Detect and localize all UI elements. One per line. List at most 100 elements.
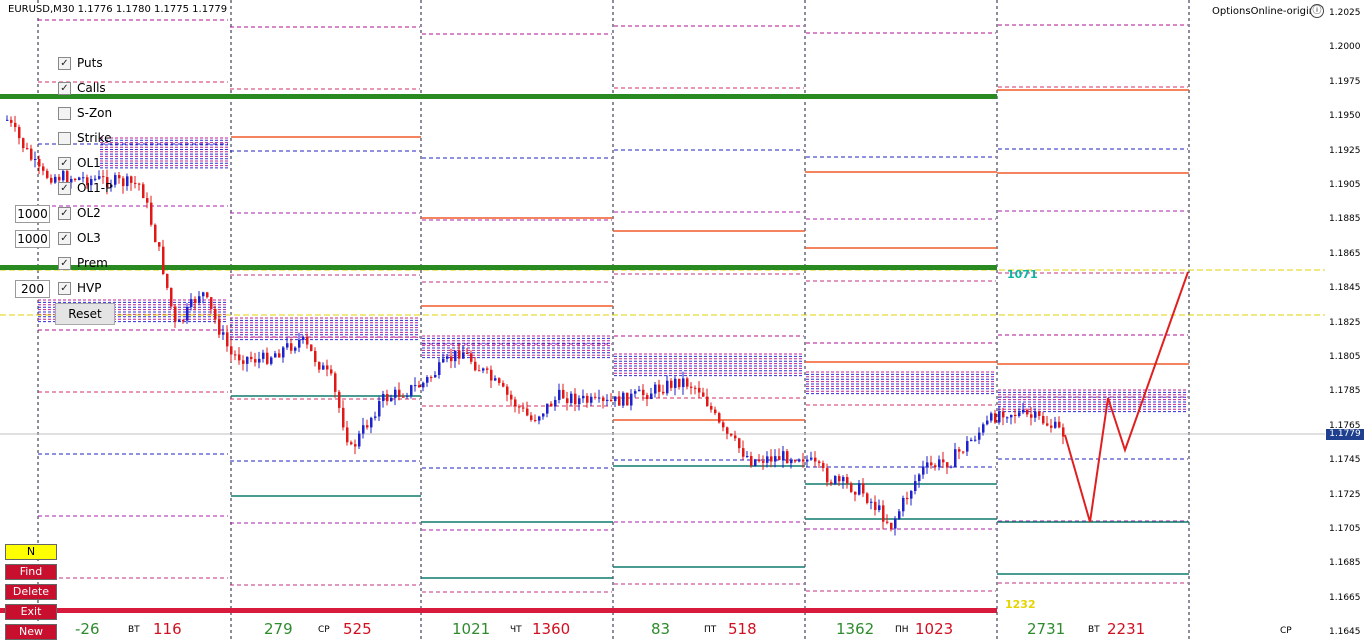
- candle-body: [486, 368, 489, 370]
- candle-body: [310, 344, 313, 351]
- reset-button[interactable]: Reset: [55, 303, 115, 325]
- candle-body: [366, 425, 369, 428]
- candle-body: [918, 474, 921, 482]
- candle-body: [318, 362, 321, 370]
- candle-body: [754, 459, 757, 466]
- checkbox-ol1[interactable]: ✓ OL1: [58, 154, 101, 172]
- candle-body: [526, 408, 529, 416]
- candle-body: [182, 320, 185, 322]
- candle-body: [742, 448, 745, 457]
- day-2-red-value: 525: [343, 620, 372, 638]
- price-tick-label: 1.1685: [1329, 558, 1361, 569]
- checkbox-box[interactable]: ✓: [58, 256, 71, 270]
- candle-body: [666, 380, 669, 394]
- checkbox-box[interactable]: ✓: [58, 81, 71, 95]
- candle-body: [326, 365, 329, 370]
- candle-body: [462, 352, 465, 359]
- checkbox-puts[interactable]: ✓ Puts: [58, 54, 103, 72]
- candle-body: [894, 518, 897, 529]
- candle-body: [22, 138, 25, 149]
- candle-body: [550, 403, 553, 407]
- candle-body: [394, 389, 397, 398]
- candle-body: [118, 175, 121, 179]
- hvp-input[interactable]: 200: [15, 280, 50, 298]
- candle-body: [370, 417, 373, 428]
- candle-body: [286, 343, 289, 348]
- exit-button[interactable]: Exit: [5, 604, 57, 620]
- checkbox-ol3[interactable]: ✓ OL3: [58, 229, 101, 247]
- candle-body: [614, 396, 617, 402]
- candle-body: [750, 456, 753, 466]
- candle-body: [930, 462, 933, 466]
- candle-body: [622, 392, 625, 406]
- candle-body: [682, 378, 685, 388]
- candle-body: [294, 347, 297, 351]
- candle-body: [642, 389, 645, 396]
- checkbox-box[interactable]: ✓: [58, 56, 71, 70]
- candle-body: [142, 184, 145, 199]
- candle-body: [582, 395, 585, 399]
- candle-body: [714, 409, 717, 414]
- checkbox-label: Strike: [77, 131, 112, 145]
- checkbox-box[interactable]: [58, 106, 71, 120]
- candle-body: [710, 406, 713, 410]
- checkbox-prem[interactable]: ✓ Prem: [58, 254, 108, 272]
- candle-body: [1010, 414, 1013, 418]
- checkbox-box[interactable]: ✓: [58, 231, 71, 245]
- checkbox-box[interactable]: [58, 131, 71, 145]
- candle-body: [554, 399, 557, 407]
- candle-body: [534, 419, 537, 421]
- price-tick-label: 1.1925: [1329, 145, 1361, 156]
- checkbox-box[interactable]: ✓: [58, 206, 71, 220]
- find-button[interactable]: Find: [5, 564, 57, 580]
- candle-body: [130, 176, 133, 183]
- candle-body: [202, 292, 205, 297]
- green-band-upper: [0, 94, 997, 99]
- n-button[interactable]: N: [5, 544, 57, 560]
- price-tick-label: 1.1645: [1329, 627, 1361, 638]
- candle-body: [490, 369, 493, 381]
- new-button[interactable]: New: [5, 624, 57, 640]
- candle-body: [42, 166, 45, 171]
- candle-body: [586, 395, 589, 403]
- ol3-input[interactable]: 1000: [15, 230, 50, 248]
- candle-body: [494, 378, 497, 381]
- checkbox-ol1-p[interactable]: ✓ OL1-P: [58, 179, 112, 197]
- info-icon[interactable]: ⓘ: [1310, 4, 1324, 18]
- candle-body: [206, 292, 209, 298]
- day-3-red-value: 1360: [532, 620, 571, 638]
- candle-body: [846, 477, 849, 484]
- candle-body: [358, 433, 361, 447]
- candle-body: [838, 476, 841, 482]
- price-tick-label: 1.1865: [1329, 248, 1361, 259]
- candle-body: [606, 399, 609, 401]
- candle-body: [1030, 414, 1033, 418]
- candle-body: [330, 369, 333, 374]
- delete-button[interactable]: Delete: [5, 584, 57, 600]
- candle-body: [1018, 412, 1021, 417]
- red-band-bottom: [0, 608, 997, 613]
- candle-body: [694, 387, 697, 389]
- candle-body: [854, 491, 857, 495]
- candle-body: [1038, 411, 1041, 416]
- checkbox-box[interactable]: ✓: [58, 181, 71, 195]
- checkbox-s-zon[interactable]: S-Zon: [58, 104, 112, 122]
- day-1-green-value: -26: [75, 620, 100, 638]
- candle-body: [266, 352, 269, 364]
- checkbox-strike[interactable]: Strike: [58, 129, 112, 147]
- price-tick-label: 1.2025: [1329, 8, 1361, 18]
- candle-body: [942, 459, 945, 463]
- checkbox-box[interactable]: ✓: [58, 156, 71, 170]
- level-label-1071: 1071: [1007, 268, 1038, 281]
- ol2-input[interactable]: 1000: [15, 205, 50, 223]
- checkbox-ol2[interactable]: ✓ OL2: [58, 204, 101, 222]
- checkbox-calls[interactable]: ✓ Calls: [58, 79, 106, 97]
- candle-body: [1042, 415, 1045, 424]
- candle-body: [858, 483, 861, 495]
- candle-body: [762, 461, 765, 463]
- chart-area[interactable]: [0, 0, 1366, 641]
- price-tick-label: 1.1825: [1329, 317, 1361, 328]
- checkbox-box[interactable]: ✓: [58, 281, 71, 295]
- candle-body: [190, 299, 193, 307]
- checkbox-hvp[interactable]: ✓ HVP: [58, 279, 101, 297]
